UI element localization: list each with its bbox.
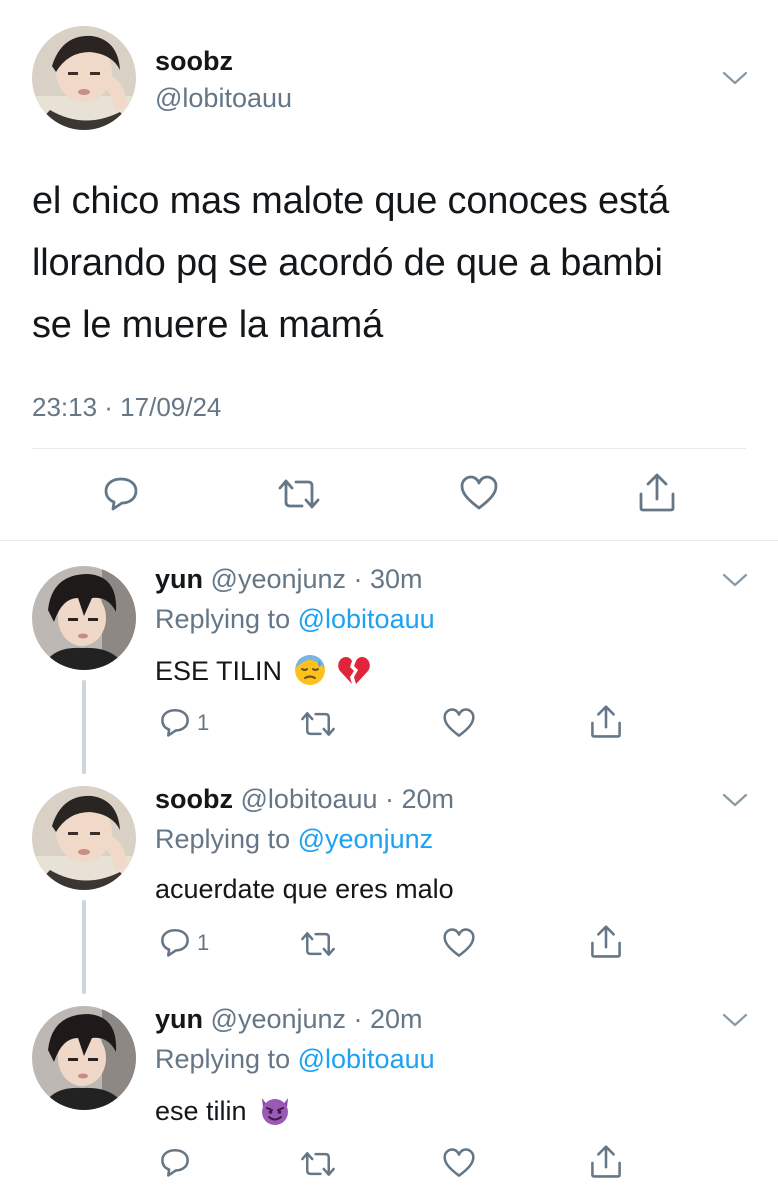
retweet-icon[interactable] xyxy=(299,1149,337,1179)
reply-text: ese tilin xyxy=(155,1094,292,1133)
tweet-text-line: el chico mas malote que conoces está xyxy=(32,180,670,222)
chevron-down-icon[interactable] xyxy=(721,68,749,88)
reply-text-content: ese tilin xyxy=(155,1096,247,1126)
replying-to: Replying to @yeonjunz xyxy=(155,824,433,855)
chevron-down-icon[interactable] xyxy=(721,790,749,810)
reply-text-content: ESE TILIN xyxy=(155,656,283,686)
thread-line xyxy=(82,680,86,774)
reply-icon[interactable] xyxy=(159,706,191,738)
avatar[interactable] xyxy=(32,1006,136,1110)
reply-handle-time[interactable]: @lobitoauu · 20m xyxy=(241,784,455,814)
reply-count: 1 xyxy=(197,930,210,955)
chevron-down-icon[interactable] xyxy=(721,1010,749,1030)
avatar[interactable] xyxy=(32,566,136,670)
author-display-name[interactable]: soobz xyxy=(155,46,233,77)
downcast-sweat-face-emoji xyxy=(294,654,326,693)
thread-line xyxy=(82,900,86,994)
like-icon[interactable] xyxy=(442,927,476,959)
reply-text: ESE TILIN xyxy=(155,654,371,693)
tweet-timestamp[interactable]: 23:13 · 17/09/24 xyxy=(32,392,221,423)
like-icon[interactable] xyxy=(442,707,476,739)
like-icon[interactable] xyxy=(459,474,499,512)
avatar[interactable] xyxy=(32,26,136,130)
reply-text-content: acuerdate que eres malo xyxy=(155,874,454,904)
smiling-devil-emoji xyxy=(258,1094,292,1133)
share-icon[interactable] xyxy=(637,472,677,514)
author-handle[interactable]: @lobitoauu xyxy=(155,83,292,114)
tweet-text-line: se le muere la mamá xyxy=(32,304,384,346)
replying-to-handle[interactable]: @lobitoauu xyxy=(298,1044,435,1074)
reply-header: yun @yeonjunz · 30m xyxy=(155,564,423,595)
reply-display-name[interactable]: soobz xyxy=(155,784,233,814)
retweet-icon[interactable] xyxy=(276,476,322,512)
replying-to-handle[interactable]: @yeonjunz xyxy=(298,824,434,854)
divider xyxy=(0,540,778,541)
avatar[interactable] xyxy=(32,786,136,890)
reply-display-name[interactable]: yun xyxy=(155,1004,203,1034)
chevron-down-icon[interactable] xyxy=(721,570,749,590)
divider xyxy=(32,448,746,449)
reply-count: 1 xyxy=(197,710,210,735)
share-icon[interactable] xyxy=(589,704,623,740)
replying-to: Replying to @lobitoauu xyxy=(155,1044,435,1075)
replying-to-label: Replying to xyxy=(155,1044,291,1074)
reply-icon[interactable] xyxy=(159,1146,191,1178)
reply-header: soobz @lobitoauu · 20m xyxy=(155,784,454,815)
tweet-text-line: llorando pq se acordó de que a bambi xyxy=(32,242,663,284)
replying-to-label: Replying to xyxy=(155,824,291,854)
reply-text: acuerdate que eres malo xyxy=(155,874,454,905)
reply-icon[interactable] xyxy=(159,926,191,958)
reply-header: yun @yeonjunz · 20m xyxy=(155,1004,423,1035)
replying-to-label: Replying to xyxy=(155,604,291,634)
share-icon[interactable] xyxy=(589,924,623,960)
broken-heart-emoji xyxy=(337,654,371,693)
reply-display-name[interactable]: yun xyxy=(155,564,203,594)
reply-handle-time[interactable]: @yeonjunz · 20m xyxy=(211,1004,423,1034)
like-icon[interactable] xyxy=(442,1147,476,1179)
replying-to-handle[interactable]: @lobitoauu xyxy=(298,604,435,634)
tweet-text: el chico mas malote que conoces está llo… xyxy=(32,170,669,356)
reply-icon[interactable] xyxy=(102,474,140,512)
reply-handle-time[interactable]: @yeonjunz · 30m xyxy=(211,564,423,594)
retweet-icon[interactable] xyxy=(299,929,337,959)
share-icon[interactable] xyxy=(589,1144,623,1180)
retweet-icon[interactable] xyxy=(299,709,337,739)
replying-to: Replying to @lobitoauu xyxy=(155,604,435,635)
